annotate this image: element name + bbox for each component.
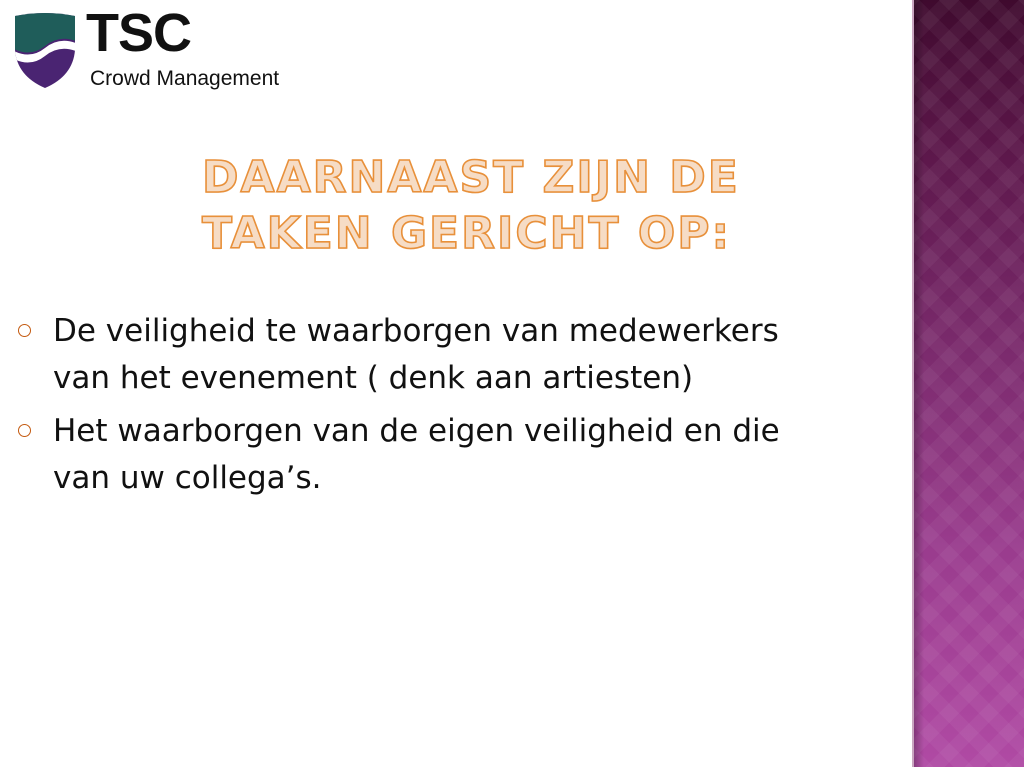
company-logo: TSC Crowd Management (10, 6, 330, 100)
bullet-item: Het waarborgen van de eigen veiligheid e… (18, 408, 898, 502)
slide-title-line: TAKEN GERICHT OP: (201, 207, 732, 260)
bullet-text-line: Het waarborgen van de eigen veiligheid e… (53, 413, 780, 449)
logo-tagline: Crowd Management (90, 67, 280, 90)
bullet-text-line: De veiligheid te waarborgen van medewerk… (53, 313, 779, 349)
side-band-pattern (914, 0, 1024, 767)
bullet-item: De veiligheid te waarborgen van medewerk… (18, 308, 898, 402)
shield-logo-icon (15, 13, 75, 88)
side-band-shadow (914, 0, 924, 767)
circle-bullet-icon (18, 424, 31, 437)
bullet-text-line: van uw collega’s. (53, 460, 322, 496)
slide-title-line: DAARNAAST ZIJN DE (201, 151, 740, 204)
logo-wordmark: TSC (86, 3, 192, 63)
slide-title: DAARNAAST ZIJN DE TAKEN GERICHT OP: (201, 150, 802, 262)
decorative-side-band (912, 0, 1024, 767)
bullet-list: De veiligheid te waarborgen van medewerk… (18, 308, 898, 508)
bullet-text-line: van het evenement ( denk aan artiesten) (53, 360, 694, 396)
circle-bullet-icon (18, 324, 31, 337)
slide: TSC Crowd Management DAARNAAST ZIJN DE T… (0, 0, 1024, 767)
